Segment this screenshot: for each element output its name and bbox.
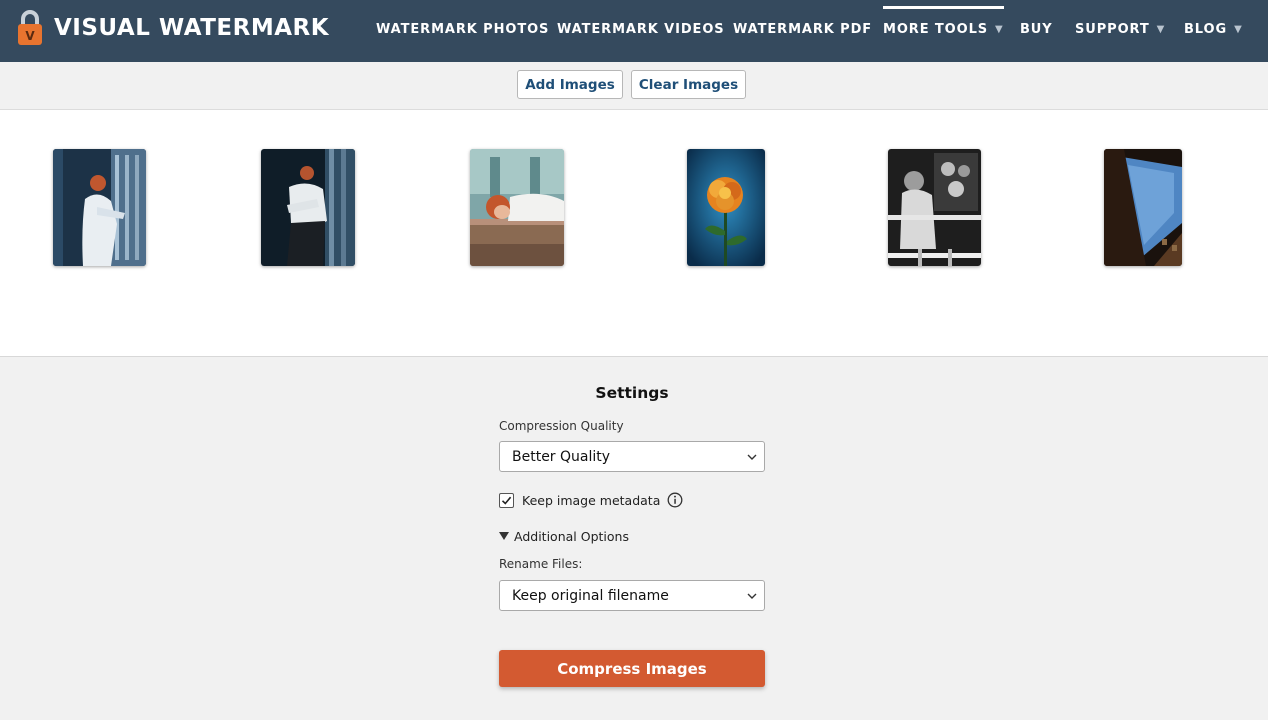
keep-metadata-label: Keep image metadata xyxy=(522,492,661,508)
settings-title: Settings xyxy=(595,384,669,402)
image-gallery xyxy=(0,110,1268,357)
keep-metadata-checkbox[interactable] xyxy=(499,492,514,508)
thumbnail-woman-by-window[interactable] xyxy=(53,149,146,266)
add-images-button[interactable]: Add Images xyxy=(517,70,623,99)
checkmark-icon xyxy=(501,496,512,505)
keep-metadata-row: Keep image metadata xyxy=(499,491,683,509)
nav-label: BUY xyxy=(1020,21,1053,37)
info-icon[interactable] xyxy=(667,492,683,508)
nav-blog[interactable]: BLOG ▼ xyxy=(1184,0,1243,58)
thumbnail-sky-between-buildings[interactable] xyxy=(1104,149,1182,266)
nav-more-tools[interactable]: MORE TOOLS ▼ xyxy=(883,0,1004,58)
compression-quality-value: Better Quality xyxy=(512,448,611,465)
nav-watermark-videos[interactable]: WATERMARK VIDEOS xyxy=(557,0,725,58)
thumbnail-woman-in-white-shirt[interactable] xyxy=(261,149,355,266)
compress-images-button[interactable]: Compress Images xyxy=(499,650,765,687)
rename-files-label: Rename Files: xyxy=(499,557,583,571)
triangle-down-icon xyxy=(499,532,509,540)
thumbnail-woman-resting-on-table[interactable] xyxy=(470,149,564,266)
lock-icon: V xyxy=(14,9,46,47)
compression-quality-label: Compression Quality xyxy=(499,419,624,433)
chevron-down-icon xyxy=(747,593,757,599)
thumbnail-orange-flower[interactable] xyxy=(687,149,765,266)
additional-options-label: Additional Options xyxy=(514,528,629,544)
image-toolbar: Add Images Clear Images xyxy=(0,62,1268,110)
nav-label: WATERMARK PDF xyxy=(733,21,873,37)
nav-watermark-pdf[interactable]: WATERMARK PDF xyxy=(733,0,872,58)
nav-label: SUPPORT xyxy=(1075,21,1150,37)
chevron-down-icon: ▼ xyxy=(995,23,1004,35)
additional-options-toggle[interactable]: Additional Options xyxy=(499,528,629,544)
nav-label: WATERMARK VIDEOS xyxy=(557,21,725,37)
site-header: V VISUAL WATERMARK WATERMARK PHOTOS WATE… xyxy=(0,0,1268,62)
nav-support[interactable]: SUPPORT ▼ xyxy=(1075,0,1165,58)
chevron-down-icon xyxy=(747,454,757,460)
thumbnail-monochrome-portrait[interactable] xyxy=(888,149,981,266)
logo[interactable]: V VISUAL WATERMARK xyxy=(14,8,329,48)
logo-letter: V xyxy=(25,29,35,43)
chevron-down-icon: ▼ xyxy=(1156,23,1166,35)
compression-quality-select[interactable]: Better Quality xyxy=(499,441,765,472)
nav-buy[interactable]: BUY xyxy=(1020,0,1053,58)
rename-files-value: Keep original filename xyxy=(512,587,669,604)
nav-label: BLOG xyxy=(1184,21,1228,37)
nav-label: WATERMARK PHOTOS xyxy=(376,21,550,37)
rename-files-select[interactable]: Keep original filename xyxy=(499,580,765,611)
nav-label: MORE TOOLS xyxy=(883,21,989,37)
clear-images-button[interactable]: Clear Images xyxy=(631,70,746,99)
brand-name: VISUAL WATERMARK xyxy=(54,15,330,41)
chevron-down-icon: ▼ xyxy=(1234,23,1243,35)
nav-watermark-photos[interactable]: WATERMARK PHOTOS xyxy=(376,0,549,58)
